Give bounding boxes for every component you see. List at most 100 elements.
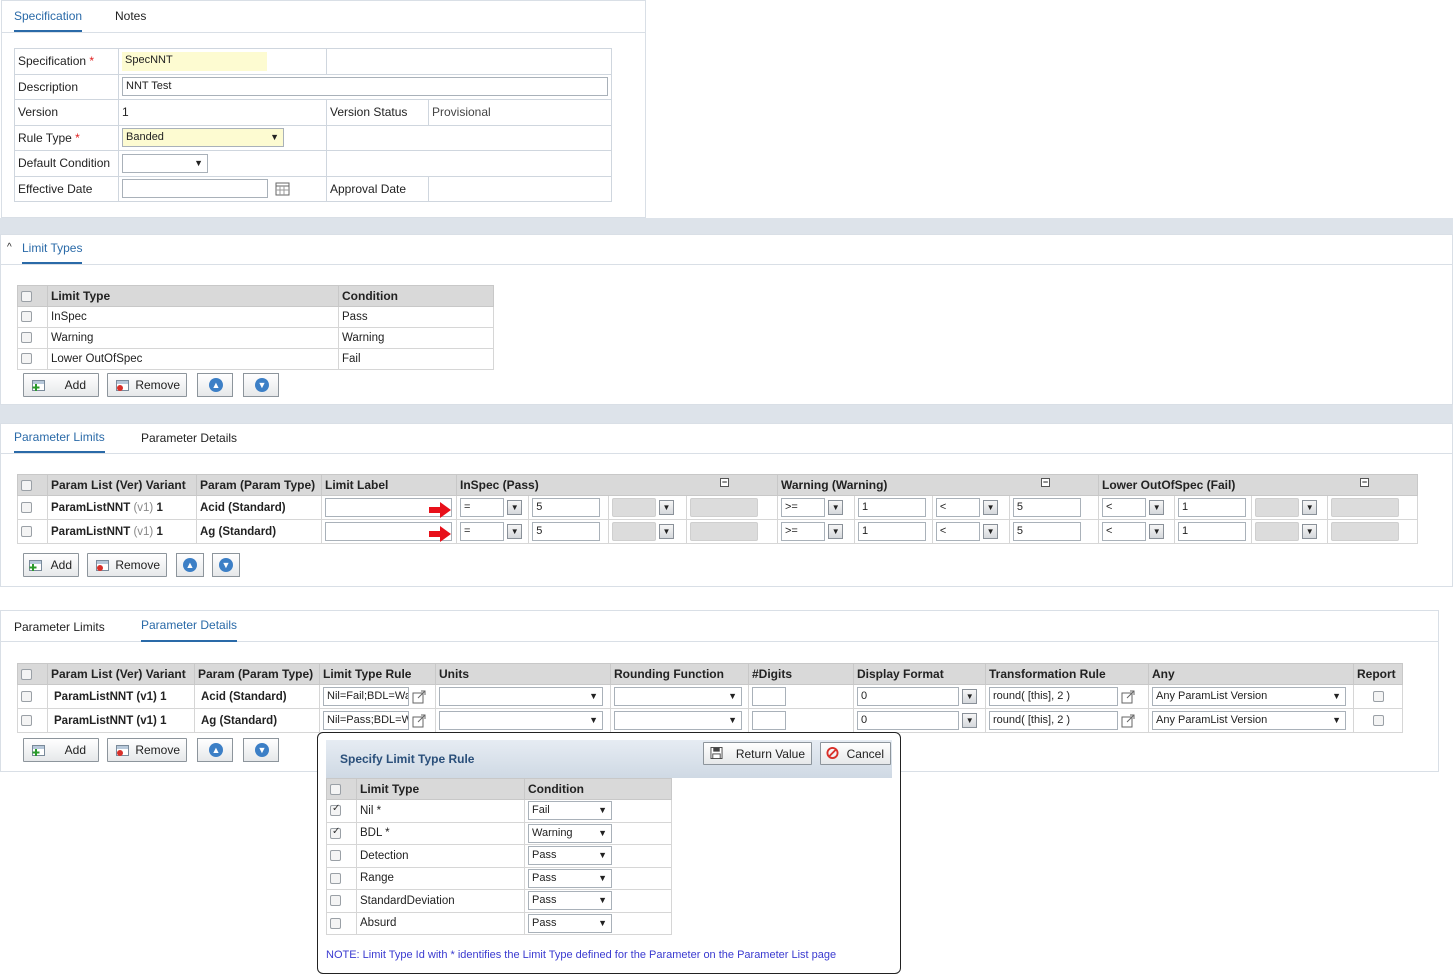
report-checkbox[interactable] [1372, 714, 1384, 726]
collapse-column-icon[interactable]: − [1041, 478, 1050, 487]
row-checkbox[interactable] [21, 690, 32, 702]
row-checkbox[interactable] [330, 826, 341, 839]
condition-select[interactable]: Fail ▼ [528, 801, 612, 821]
digits-input[interactable] [752, 687, 786, 706]
tab-parameter-limits[interactable]: Parameter Limits [14, 611, 105, 641]
remove-button[interactable]: Remove [107, 373, 187, 397]
move-down-button[interactable]: ▼ [243, 373, 279, 397]
row-checkbox[interactable] [330, 895, 341, 907]
limit-type-rule-input[interactable]: Nil=Pass;BDL=W [323, 711, 409, 730]
warning-value-input[interactable]: 1 [857, 498, 926, 517]
select-all-checkbox[interactable] [21, 669, 32, 681]
rounding-function-select[interactable]: ▼ [614, 711, 742, 730]
row-checkbox[interactable] [21, 353, 32, 365]
calendar-icon[interactable] [275, 181, 290, 196]
row-checkbox[interactable] [21, 311, 32, 323]
move-down-button[interactable]: ▼ [212, 553, 240, 577]
tab-parameter-details[interactable]: Parameter Details [141, 424, 237, 453]
row-checkbox[interactable] [21, 332, 32, 344]
cancel-button[interactable]: Cancel [820, 742, 891, 765]
row-checkbox[interactable] [21, 501, 32, 513]
tab-specification[interactable]: Specification [14, 1, 83, 32]
digits-input[interactable] [752, 711, 786, 730]
chevron-down-icon[interactable]: ▼ [1149, 500, 1165, 515]
units-select[interactable]: ▼ [439, 711, 603, 730]
warning-operator-input[interactable]: < [935, 522, 980, 541]
return-value-button[interactable]: Return Value [703, 742, 812, 765]
chevron-down-icon[interactable]: ▼ [983, 524, 999, 539]
table-row[interactable]: Warning Warning [17, 327, 494, 349]
remove-button[interactable]: Remove [107, 738, 187, 762]
default-condition-select[interactable]: ▼ [122, 153, 208, 173]
chevron-down-icon[interactable]: ▼ [1149, 524, 1165, 539]
table-row[interactable]: ParamListNNT (v1) 1 Acid (Standard) Nil=… [17, 684, 1403, 709]
row-checkbox[interactable] [330, 872, 341, 884]
collapse-column-icon[interactable]: − [720, 478, 729, 487]
warning-operator-input[interactable]: >= [781, 498, 825, 517]
table-row[interactable]: Detection Pass ▼ [326, 844, 672, 868]
add-button[interactable]: Add [23, 553, 79, 577]
row-checkbox[interactable] [21, 525, 32, 537]
inspec-operator-input[interactable]: = [460, 522, 504, 541]
lower-operator-input[interactable]: < [1102, 498, 1146, 517]
condition-select[interactable]: Pass ▼ [528, 913, 612, 933]
add-button[interactable]: Add [23, 738, 99, 762]
collapse-column-icon[interactable]: − [1360, 478, 1369, 487]
inspec-operator-input[interactable]: = [460, 498, 504, 517]
row-checkbox[interactable] [21, 714, 32, 726]
open-editor-icon[interactable] [412, 714, 426, 728]
transformation-rule-input[interactable]: round( [this], 2 ) [989, 687, 1118, 706]
remove-button[interactable]: Remove [87, 553, 167, 577]
lower-operator-input[interactable]: < [1102, 522, 1146, 541]
warning-value-input[interactable]: 1 [857, 522, 926, 541]
units-select[interactable]: ▼ [439, 687, 603, 706]
chevron-down-icon[interactable]: ▼ [828, 500, 844, 515]
effective-date-input[interactable] [122, 179, 268, 199]
chevron-down-icon[interactable]: ▼ [962, 689, 978, 704]
tab-parameter-details[interactable]: Parameter Details [141, 611, 238, 642]
table-row[interactable]: Nil * Fail▼ [326, 799, 672, 823]
move-up-button[interactable]: ▲ [197, 373, 233, 397]
any-select[interactable]: Any ParamList Version ▼ [1152, 711, 1346, 730]
table-row[interactable]: Lower OutOfSpec Fail [17, 348, 494, 370]
lower-value-input[interactable]: 1 [1178, 498, 1246, 517]
table-row[interactable]: Range Pass ▼ [326, 866, 672, 890]
inspec-value-input[interactable]: 5 [532, 522, 601, 541]
any-select[interactable]: Any ParamList Version ▼ [1152, 687, 1346, 706]
rounding-function-select[interactable]: ▼ [614, 687, 742, 706]
description-input[interactable]: NNT Test [122, 77, 608, 97]
condition-select[interactable]: Pass ▼ [528, 846, 612, 866]
table-row[interactable]: BDL * Warning▼ [326, 821, 672, 845]
limit-type-rule-input[interactable]: Nil=Fail;BDL=Wa [323, 687, 409, 706]
chevron-down-icon[interactable]: ▼ [962, 713, 978, 728]
tab-notes[interactable]: Notes [115, 1, 146, 32]
warning-value-input[interactable]: 5 [1012, 498, 1081, 517]
display-format-input[interactable]: 0 [857, 711, 959, 730]
report-checkbox[interactable] [1372, 690, 1384, 702]
move-down-button[interactable]: ▼ [243, 738, 279, 762]
move-up-button[interactable]: ▲ [197, 738, 233, 762]
chevron-down-icon[interactable]: ▼ [507, 500, 523, 515]
open-editor-icon[interactable] [412, 690, 426, 704]
warning-operator-input[interactable]: < [935, 498, 980, 517]
select-all-checkbox[interactable] [330, 784, 341, 796]
chevron-down-icon[interactable]: ▼ [507, 524, 523, 539]
row-checkbox[interactable] [330, 803, 341, 817]
table-row[interactable]: ParamListNNT (v1) 1 Ag (Standard) = ▼ 5 … [17, 519, 1418, 544]
table-row[interactable]: Absurd Pass ▼ [326, 911, 672, 935]
add-button[interactable]: Add [23, 373, 99, 397]
chevron-down-icon[interactable]: ▼ [828, 524, 844, 539]
warning-value-input[interactable]: 5 [1012, 522, 1081, 541]
move-up-button[interactable]: ▲ [176, 553, 204, 577]
condition-select[interactable]: Warning ▼ [528, 823, 612, 843]
table-row[interactable]: ParamListNNT (v1) 1 Ag (Standard) Nil=Pa… [17, 708, 1403, 733]
tab-parameter-limits[interactable]: Parameter Limits [14, 424, 105, 453]
warning-operator-input[interactable]: >= [781, 522, 825, 541]
transformation-rule-input[interactable]: round( [this], 2 ) [989, 711, 1118, 730]
select-all-checkbox[interactable] [21, 480, 32, 492]
display-format-input[interactable]: 0 [857, 687, 959, 706]
condition-select[interactable]: Pass ▼ [528, 868, 612, 888]
specification-input[interactable]: SpecNNT [122, 51, 267, 71]
condition-select[interactable]: Pass ▼ [528, 891, 612, 911]
chevron-down-icon[interactable]: ▼ [983, 500, 999, 515]
